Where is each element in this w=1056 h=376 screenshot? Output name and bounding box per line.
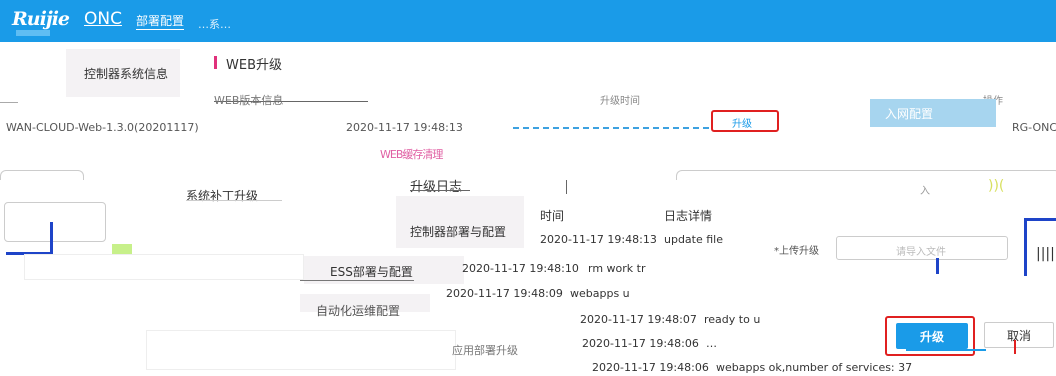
- log-row-time: 2020-11-17 19:48:10: [462, 262, 579, 275]
- grid-icon[interactable]: |||||: [1036, 246, 1056, 262]
- page-title: 部署配置: [136, 14, 185, 30]
- sidebar-item-controller-deploy[interactable]: 控制器部署与配置: [410, 223, 506, 240]
- log-row-detail: rm work tr: [588, 262, 646, 275]
- section-marker: [214, 56, 217, 69]
- column-header-time: 升级时间: [600, 96, 640, 107]
- sidebar-item-ess[interactable]: ESS部署与配置: [330, 263, 413, 280]
- log-row-time: 2020-11-17 19:48:09: [446, 287, 563, 300]
- upgrade-link[interactable]: 升级: [732, 115, 752, 130]
- sidebar-item-controller-deploy-bg[interactable]: [396, 196, 524, 248]
- upgrade-button-underline: [906, 349, 986, 351]
- progress-dash-line: [513, 127, 713, 129]
- log-row-time: 2020-11-17 19:48:06: [592, 361, 709, 374]
- menu-underline: [300, 280, 414, 281]
- log-row-detail: ready to u: [704, 313, 761, 326]
- white-panel-1: [24, 254, 304, 280]
- blue-bracket-right-vertical: [1024, 220, 1027, 276]
- log-row-detail: webapps ok,number of services: 37: [716, 361, 913, 374]
- app-name[interactable]: ONC: [84, 9, 122, 29]
- log-row-detail: update file: [664, 233, 724, 246]
- sidebar-item-automation[interactable]: 自动化运维配置: [316, 302, 400, 319]
- web-cache-link[interactable]: WEB缓存清理: [380, 146, 443, 162]
- patch-mark: 入: [920, 186, 930, 197]
- patch-mark-yellow: ))(: [988, 178, 1005, 194]
- sidebar-item-system-info[interactable]: 控制器系统信息: [84, 65, 168, 82]
- log-column-detail: 日志详情: [664, 209, 713, 223]
- upload-file-placeholder: 请导入文件: [896, 247, 946, 258]
- log-row-time: 2020-11-17 19:48:13: [540, 233, 657, 246]
- log-dialog-title: 升级日志: [410, 180, 463, 195]
- patch-upgrade-label: 系统补丁升级: [186, 189, 259, 203]
- log-row-time: 2020-11-17 19:48:07: [580, 313, 697, 326]
- sidebar-item-app-deploy[interactable]: 应用部署升级: [452, 342, 518, 358]
- ruijie-logo: Ruijie: [12, 8, 70, 30]
- version-device: RG-ONC: [1012, 121, 1056, 134]
- patch-label-underline: [186, 200, 282, 201]
- upgrade-button[interactable]: 升级: [896, 323, 968, 349]
- blue-marker: [936, 258, 939, 274]
- log-column-time: 时间: [540, 209, 565, 223]
- blue-bracket-right-horizontal: [1024, 218, 1056, 221]
- header-ghost-text: …系…: [198, 18, 231, 31]
- patch-card-left: [0, 170, 84, 180]
- column-header-version: WEB版本信息: [214, 94, 284, 107]
- log-row-detail: …: [706, 337, 717, 350]
- section-title: WEB升级: [226, 58, 282, 73]
- log-title-divider: [566, 180, 567, 194]
- table-header-underline-left: [0, 102, 18, 103]
- cancel-highlight-mark: [1014, 340, 1016, 354]
- version-value: WAN-CLOUD-Web-1.3.0(20201117): [6, 121, 199, 134]
- log-title-underline: [410, 190, 470, 191]
- upload-label: *上传升级: [774, 246, 819, 257]
- blue-bracket-vertical: [50, 222, 53, 254]
- logo-tagline-strip: [16, 30, 50, 36]
- left-card-outline: [4, 202, 106, 242]
- log-row-time: 2020-11-17 19:48:06: [582, 337, 699, 350]
- cancel-button[interactable]: 取消: [984, 322, 1054, 348]
- log-row-detail: webapps u: [570, 287, 630, 300]
- version-time: 2020-11-17 19:48:13: [346, 121, 463, 134]
- white-panel-2: [146, 330, 456, 370]
- menu-net-config-label[interactable]: 入网配置: [885, 105, 933, 122]
